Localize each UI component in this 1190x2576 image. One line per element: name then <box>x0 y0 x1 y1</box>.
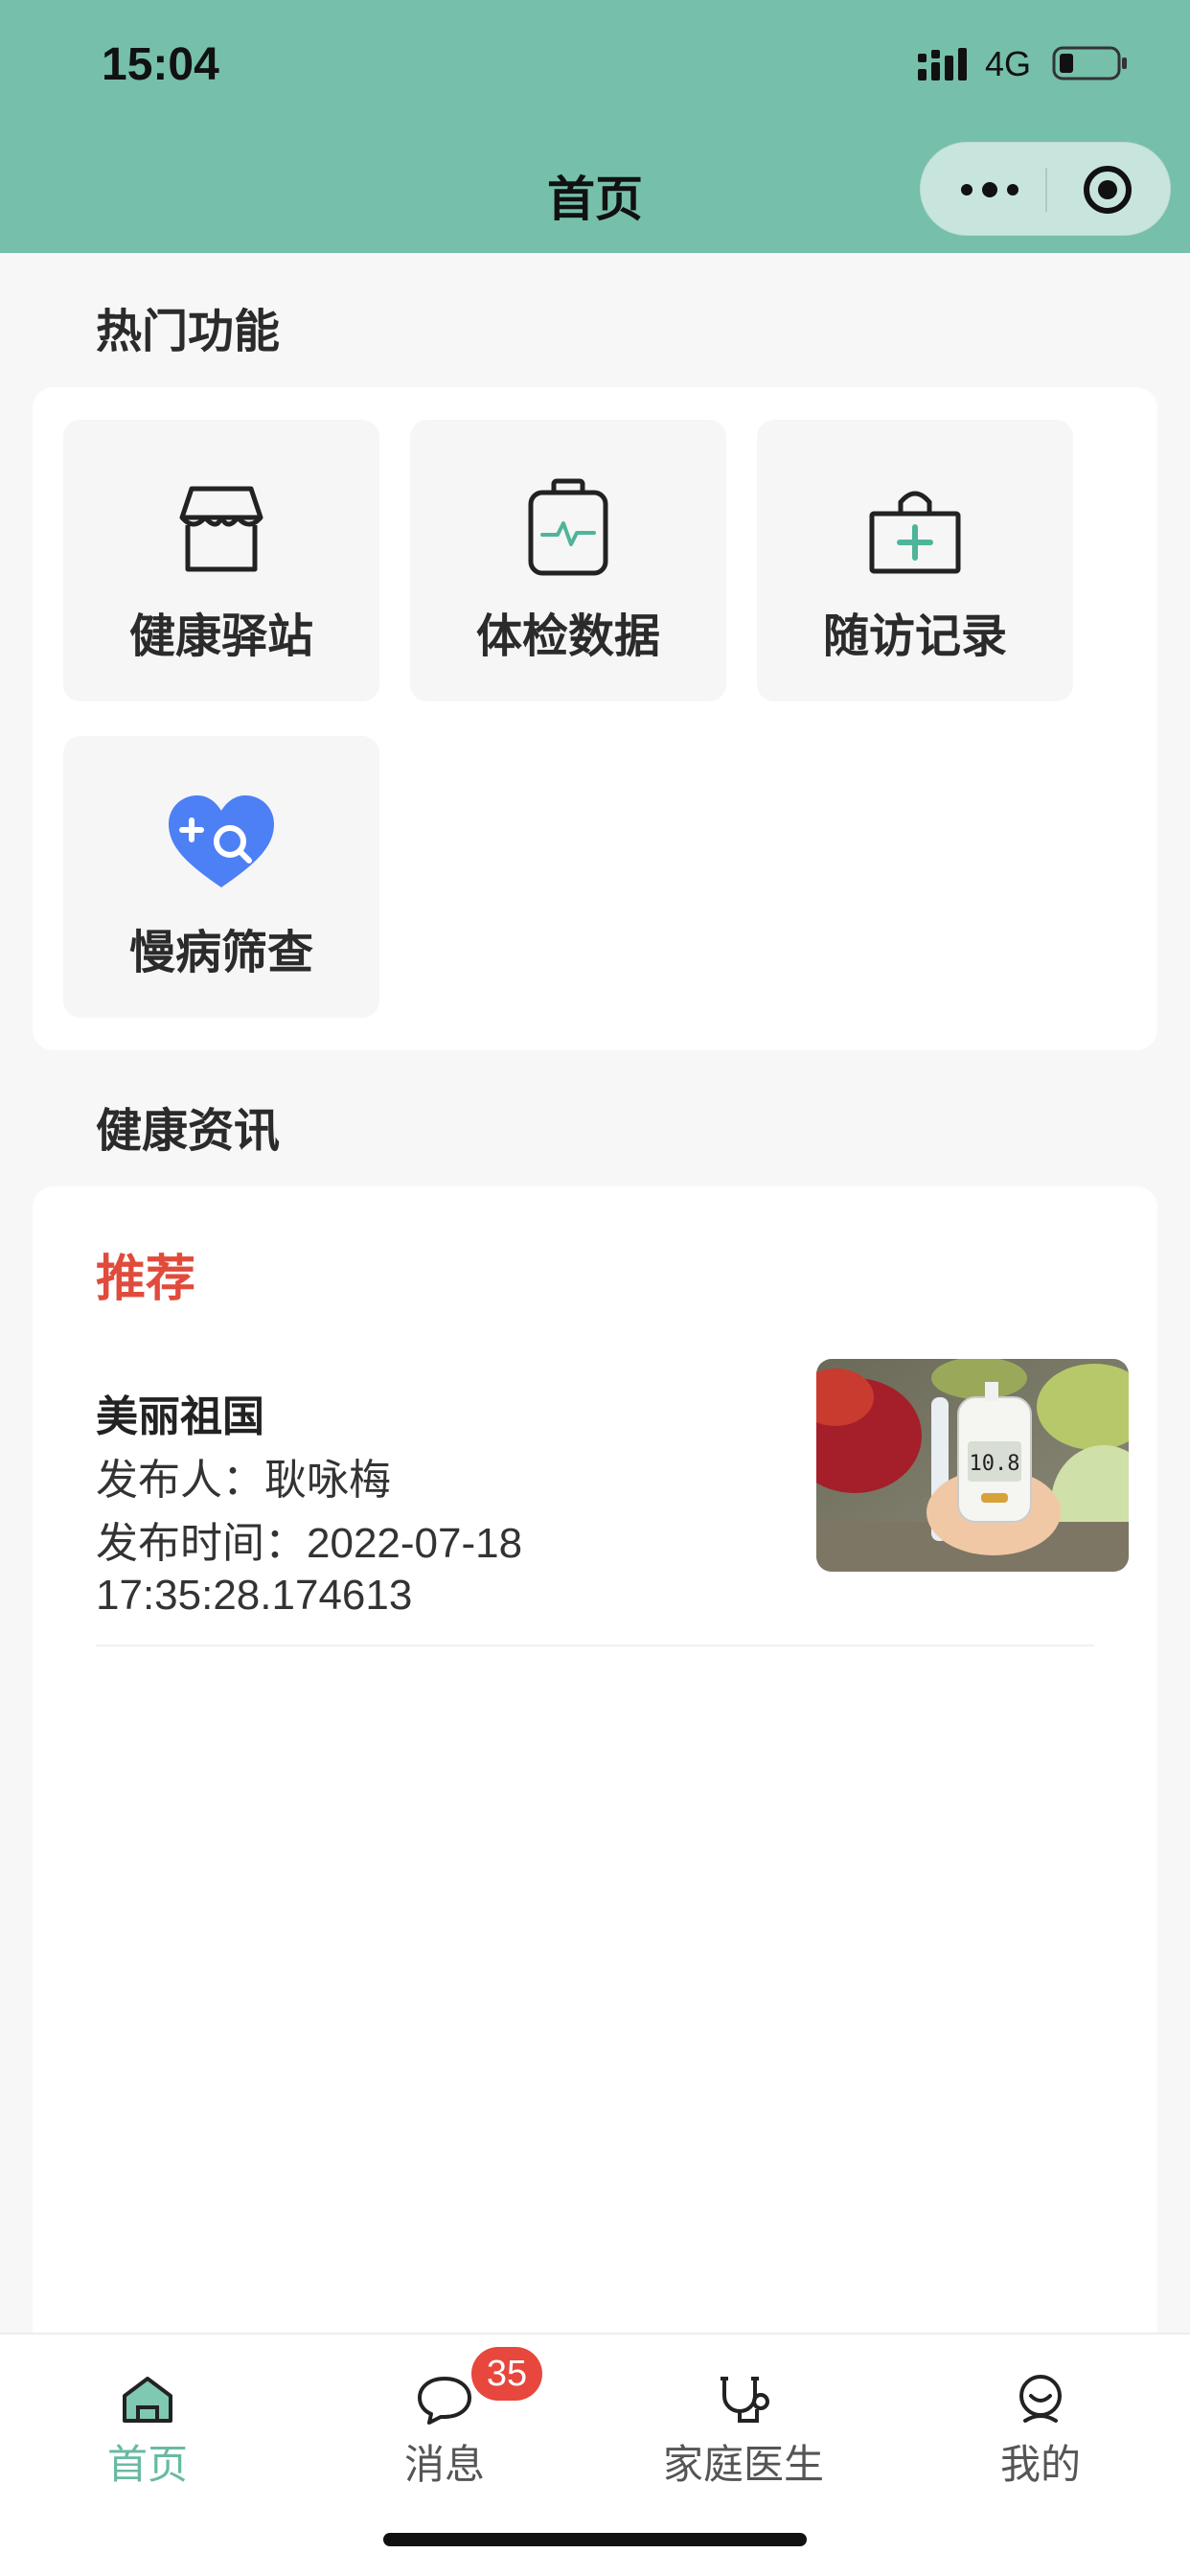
news-publish-date: 发布时间：2022-07-18 <box>96 1520 523 1567</box>
more-dots-icon[interactable] <box>948 166 1032 214</box>
tab-home[interactable]: 首页 <box>33 2356 263 2490</box>
battery-icon <box>1052 46 1127 80</box>
home-icon <box>123 2377 172 2423</box>
news-publish-time: 17:35:28.174613 <box>96 1572 413 1619</box>
tab-label: 消息 <box>403 2441 485 2488</box>
news-title: 美丽祖国 <box>96 1392 264 1441</box>
tile-label: 慢病筛查 <box>128 926 313 979</box>
messages-unread-badge: 35 <box>471 2347 542 2401</box>
tab-mine[interactable]: 我的 <box>926 2356 1156 2490</box>
status-time: 15:04 <box>102 39 219 90</box>
first-aid-bag-icon <box>869 491 961 574</box>
medical-kit-icon <box>528 478 608 576</box>
tab-recommend[interactable]: 推荐 <box>96 1238 195 1310</box>
health-news-title: 健康资讯 <box>96 1104 281 1158</box>
tile-label: 随访记录 <box>822 610 1007 663</box>
tile-followup-records[interactable]: 随访记录 <box>757 420 1073 702</box>
tile-label: 体检数据 <box>475 610 660 663</box>
meter-reading: 10.8 <box>970 1452 1020 1476</box>
tab-label: 家庭医生 <box>662 2441 824 2488</box>
home-indicator[interactable] <box>383 2533 807 2546</box>
hot-functions-card: 健康驿站 体检数据 随访记录 慢病筛查 <box>33 387 1157 1050</box>
close-miniprogram-icon[interactable] <box>1064 162 1151 218</box>
news-publisher: 发布人：耿咏梅 <box>96 1457 391 1504</box>
chat-bubble-icon <box>418 2377 471 2425</box>
capsule-divider <box>1045 168 1047 212</box>
hot-functions-title: 热门功能 <box>96 305 281 358</box>
heart-search-icon <box>169 795 274 887</box>
news-item[interactable]: 美丽祖国 发布人：耿咏梅 发布时间：2022-07-18 17:35:28.17… <box>96 1359 1129 1646</box>
health-news-card: 推荐 美丽祖国 发布人：耿咏梅 发布时间：2022-07-18 17:35:28… <box>33 1186 1157 2365</box>
network-type: 4G <box>985 44 1032 83</box>
doctor-stethoscope-icon <box>721 2377 769 2423</box>
tile-checkup-data[interactable]: 体检数据 <box>410 420 726 702</box>
tab-label: 我的 <box>999 2441 1081 2488</box>
tile-health-station[interactable]: 健康驿站 <box>63 420 379 702</box>
mini-program-capsule <box>920 142 1171 236</box>
top-bar: 15:04 4G 首页 <box>0 0 1190 253</box>
news-thumbnail: 10.8 <box>816 1359 1129 1572</box>
tile-chronic-screening[interactable]: 慢病筛查 <box>63 736 379 1018</box>
user-face-icon <box>1019 2375 1062 2423</box>
tab-family-doctor[interactable]: 家庭医生 <box>629 2356 858 2490</box>
cellular-signal-icon <box>918 48 967 80</box>
store-icon <box>179 486 263 572</box>
tab-label: 首页 <box>106 2441 188 2488</box>
tile-label: 健康驿站 <box>128 610 313 663</box>
